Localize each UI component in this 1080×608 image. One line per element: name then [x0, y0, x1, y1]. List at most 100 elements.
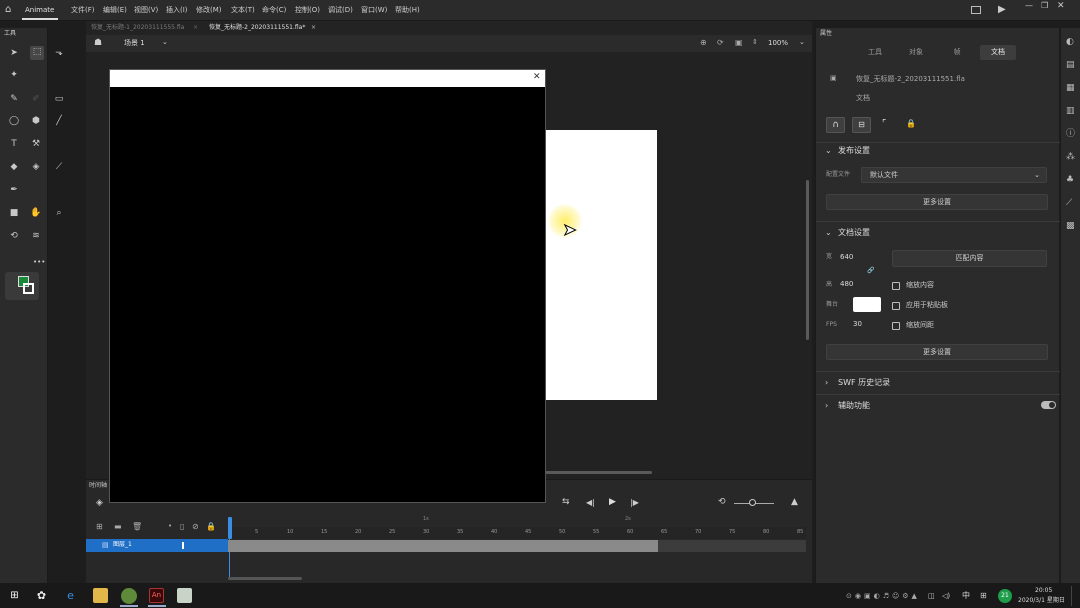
edge-icon[interactable]: e	[63, 588, 78, 603]
menu-view[interactable]: 视图(V)	[134, 7, 158, 14]
menu-commands[interactable]: 命令(C)	[262, 7, 286, 14]
delete-layer-icon[interactable]: 🗑	[132, 523, 142, 531]
new-folder-icon[interactable]: ▬	[114, 523, 122, 531]
network-icon[interactable]: ◫	[928, 593, 935, 600]
guides-icon[interactable]: ⊟	[852, 117, 871, 133]
motion-presets-icon[interactable]: ♣	[1066, 176, 1074, 185]
new-layer-icon[interactable]: ⊞	[96, 523, 103, 531]
tray-icons[interactable]: ⊙◉▣◐♬☺⚙▲	[846, 593, 920, 600]
volume-icon[interactable]: ◁)	[942, 593, 950, 600]
play-icon[interactable]: ▶	[998, 5, 1006, 15]
animate-taskbar-icon[interactable]: An	[149, 588, 164, 603]
zoom-tool-icon[interactable]: ⌕	[53, 207, 65, 219]
fit-frames-icon[interactable]: ⟲	[718, 498, 726, 507]
clock-date[interactable]: 2020/3/1 星期日	[1018, 598, 1065, 604]
doc-expand-icon[interactable]: ⌄	[825, 229, 832, 237]
tab-doc-1[interactable]: 恢复_无标题-1_20203111555.fla	[91, 25, 184, 31]
eraser-brush-icon[interactable]: ✐	[30, 93, 42, 105]
close-icon[interactable]: ✕	[1057, 2, 1065, 11]
swatches-panel-icon[interactable]: ▦	[1066, 84, 1075, 93]
step-back-icon[interactable]: ◀|	[586, 499, 595, 507]
swf-expand-icon[interactable]: ›	[825, 379, 828, 387]
scale-spacing-checkbox[interactable]	[892, 322, 900, 330]
stage-canvas[interactable]	[545, 130, 657, 400]
fan-app-icon[interactable]: ✿	[34, 588, 49, 603]
apply-pasteboard-checkbox[interactable]	[892, 302, 900, 310]
code-snippets-icon[interactable]: ▩	[1066, 222, 1075, 231]
layers-icon[interactable]: ◈	[96, 499, 103, 508]
profile-select[interactable]: 默认文件 ⌄	[861, 167, 1047, 183]
vertical-scrollbar[interactable]	[806, 180, 809, 340]
bone-tool-icon[interactable]: ⚒	[30, 138, 42, 150]
accessibility-title[interactable]: 辅助功能	[838, 402, 870, 410]
menu-window[interactable]: 窗口(W)	[361, 7, 387, 14]
tab-doc-1-close-icon[interactable]: ×	[193, 25, 198, 31]
more-tools-icon[interactable]: •••	[33, 259, 45, 266]
width-value[interactable]: 640	[840, 254, 853, 261]
free-transform-icon[interactable]: ⬎	[53, 47, 65, 59]
zoom-level[interactable]: 100%	[768, 40, 788, 47]
layer-name[interactable]: 图层_1	[113, 542, 132, 548]
link-dimensions-icon[interactable]: 🔗	[867, 268, 874, 274]
hand-tool-icon[interactable]: ✋	[30, 207, 42, 219]
snap-icon[interactable]: ∩	[826, 117, 845, 133]
stroke-color-swatch[interactable]	[23, 283, 34, 294]
align-panel-icon[interactable]: ▥	[1066, 107, 1075, 116]
timeline-play-icon[interactable]: ▶	[609, 498, 616, 507]
selection-tool-icon[interactable]: ➤	[8, 47, 20, 59]
tab-doc-2-close-icon[interactable]: ×	[311, 25, 316, 31]
minimize-icon[interactable]: —	[1025, 2, 1033, 10]
tab-frame[interactable]: 帧	[939, 45, 975, 60]
step-forward-icon[interactable]: |▶	[630, 499, 639, 507]
swf-history-title[interactable]: SWF 历史记录	[838, 379, 890, 387]
match-contents-button[interactable]: 匹配内容	[892, 250, 1047, 267]
menu-help[interactable]: 帮助(H)	[395, 7, 420, 14]
tab-object[interactable]: 对象	[898, 45, 934, 60]
menu-file[interactable]: 文件(F)	[71, 7, 95, 14]
show-desktop[interactable]	[1071, 586, 1072, 606]
motion-editor-icon[interactable]: ⟋	[1066, 199, 1072, 208]
text-tool-icon[interactable]: T	[8, 138, 20, 150]
publish-more-button[interactable]: 更多设置	[826, 194, 1048, 210]
menu-debug[interactable]: 调试(D)	[328, 7, 353, 14]
highlight-layer-icon[interactable]: •	[168, 523, 172, 530]
frame-span-slider-handle[interactable]	[749, 499, 756, 506]
rotate-stage-icon[interactable]: ⟳	[717, 39, 724, 47]
menu-edit[interactable]: 编辑(E)	[103, 7, 127, 14]
menu-insert[interactable]: 插入(I)	[166, 7, 188, 14]
ime-mode-icon[interactable]: ⊞	[980, 592, 987, 600]
visibility-icon[interactable]: ⊘	[192, 523, 199, 531]
notification-badge[interactable]: 21	[998, 589, 1012, 603]
eraser-tool-icon[interactable]: ◆	[8, 161, 20, 173]
frame-ruler[interactable]: 1s 2s 5 10 15 20 25 30 35 40 45 50 55 60…	[228, 517, 806, 539]
menu-modify[interactable]: 修改(M)	[196, 7, 222, 14]
pin-tool-icon[interactable]: ✦	[8, 69, 20, 81]
menu-text[interactable]: 文本(T)	[231, 7, 255, 14]
stage-color-swatch[interactable]	[853, 297, 881, 312]
oval-tool-icon[interactable]: ◯	[8, 115, 20, 127]
doc-more-button[interactable]: 更多设置	[826, 344, 1048, 360]
accessibility-toggle[interactable]	[1041, 401, 1056, 409]
brush-tool-icon[interactable]: ✎	[8, 93, 20, 105]
home-icon[interactable]: ⌂	[5, 5, 11, 15]
scale-content-checkbox[interactable]	[892, 282, 900, 290]
rectangle-tool-icon[interactable]: ▭	[53, 93, 65, 105]
filled-frames[interactable]	[228, 540, 658, 552]
horizontal-scrollbar[interactable]	[540, 471, 652, 474]
loop-icon[interactable]: ⇆	[562, 498, 570, 507]
clock-time[interactable]: 20:05	[1035, 588, 1052, 594]
clip-content-icon[interactable]: ▣	[735, 39, 743, 47]
corner-icon[interactable]: ⌜	[882, 120, 886, 129]
scene-dropdown-icon[interactable]: ⌄	[162, 39, 168, 46]
eyedropper-icon[interactable]: ⟋	[53, 161, 65, 173]
browser-icon[interactable]	[121, 588, 137, 604]
scene-name[interactable]: 场景 1	[124, 40, 145, 47]
tab-tool[interactable]: 工具	[857, 45, 893, 60]
publish-expand-icon[interactable]: ⌄	[825, 147, 832, 155]
lasso-tool-icon[interactable]: ⟲	[8, 230, 20, 242]
polystar-tool-icon[interactable]: ⬢	[30, 115, 42, 127]
paint-bucket-icon[interactable]: ◈	[30, 161, 42, 173]
outline-icon[interactable]: ▯	[180, 523, 184, 531]
restore-icon[interactable]: ❐	[1041, 2, 1048, 10]
height-value[interactable]: 480	[840, 281, 853, 288]
